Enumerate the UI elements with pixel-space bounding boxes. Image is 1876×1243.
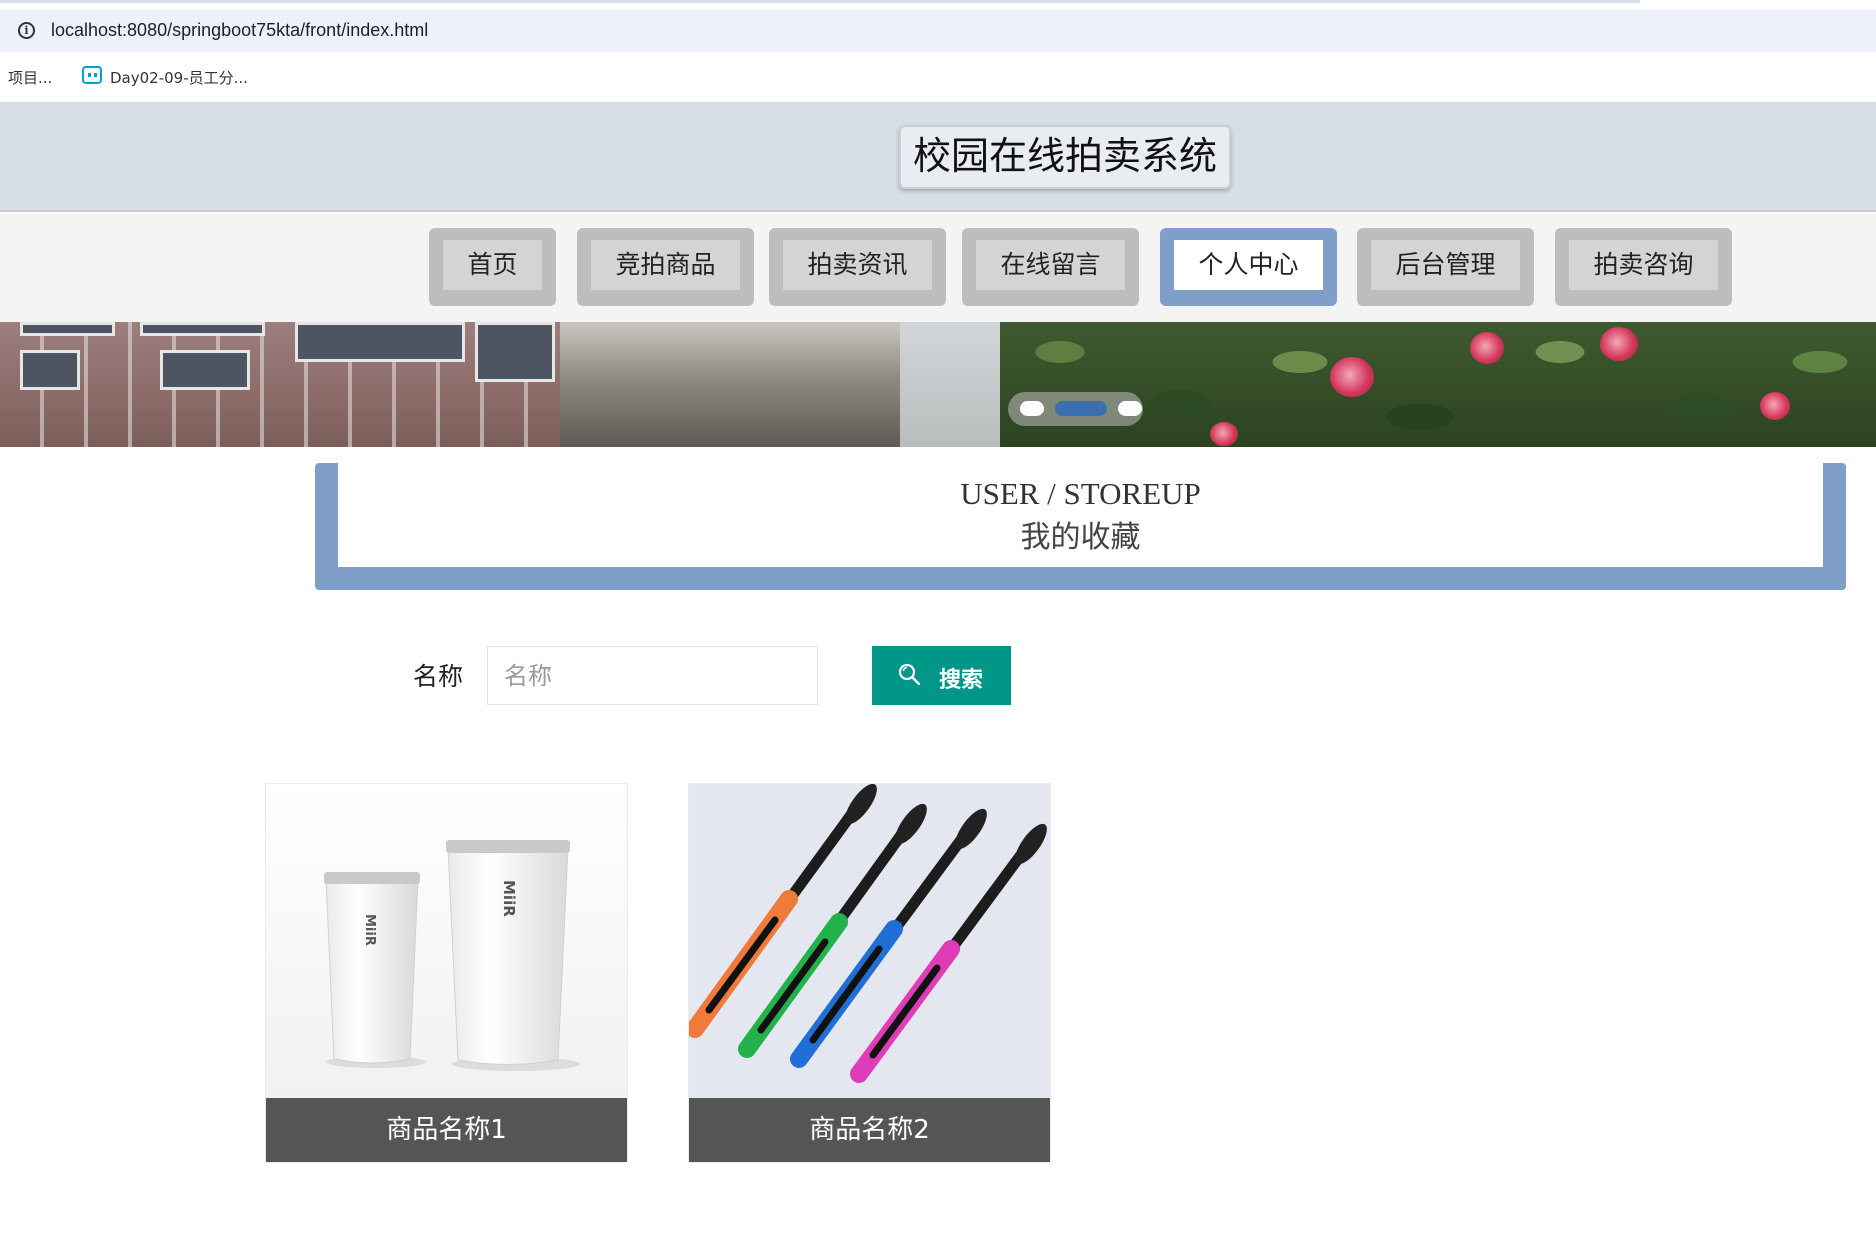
url-text[interactable]: localhost:8080/springboot75kta/front/ind… — [51, 20, 428, 41]
nav-item-label: 拍卖咨询 — [1569, 240, 1718, 290]
section-title-en: USER / STOREUP — [960, 476, 1201, 511]
site-info-icon[interactable]: i — [18, 22, 35, 39]
nav-item-label: 首页 — [443, 240, 542, 290]
nav-item-auction-news[interactable]: 拍卖资讯 — [769, 228, 946, 306]
banner-carousel[interactable] — [0, 322, 1876, 447]
search-label: 名称 — [413, 662, 464, 691]
product-card[interactable]: 商品名称2 — [688, 783, 1051, 1163]
product-card[interactable]: MiiR MiiR 商品名称1 — [265, 783, 628, 1163]
nav-item-label: 竞拍商品 — [591, 240, 740, 290]
search-icon — [898, 663, 920, 685]
bookmarks-bar: 项目... Day02-09-员工分... — [0, 62, 1876, 92]
carousel-dot-1[interactable] — [1020, 401, 1044, 416]
nav-item-auction-goods[interactable]: 竞拍商品 — [577, 228, 754, 306]
search-button-label: 搜索 — [939, 668, 984, 693]
nav-item-messages[interactable]: 在线留言 — [962, 228, 1139, 306]
nav-item-label: 后台管理 — [1371, 240, 1520, 290]
bookmark-item-2[interactable]: Day02-09-员工分... — [110, 67, 248, 88]
svg-text:MiiR: MiiR — [362, 914, 377, 946]
nav-item-home[interactable]: 首页 — [429, 228, 556, 306]
tab-strip-line — [0, 0, 1640, 3]
nav-item-label: 拍卖资讯 — [783, 240, 932, 290]
nav-item-admin[interactable]: 后台管理 — [1357, 228, 1534, 306]
carousel-dot-3[interactable] — [1118, 401, 1142, 416]
product-image-toothbrushes — [689, 784, 1050, 1098]
svg-text:MiiR: MiiR — [500, 880, 518, 917]
product-name: 商品名称2 — [689, 1098, 1050, 1162]
banner-image-building — [0, 322, 560, 447]
search-input[interactable] — [487, 646, 818, 705]
product-image-cups: MiiR MiiR — [266, 784, 627, 1098]
product-name: 商品名称1 — [266, 1098, 627, 1162]
nav-item-auction-consult[interactable]: 拍卖咨询 — [1555, 228, 1732, 306]
search-button[interactable]: 搜索 — [872, 646, 1011, 705]
section-title-cn: 我的收藏 — [1020, 520, 1141, 555]
nav-item-personal-center[interactable]: 个人中心 — [1160, 228, 1337, 306]
bookmark-item-1[interactable]: 项目... — [8, 67, 52, 88]
nav-item-label: 个人中心 — [1174, 240, 1323, 290]
carousel-dot-2[interactable] — [1055, 401, 1107, 416]
banner-image-concrete — [560, 322, 900, 447]
banner-image-leaves — [1000, 322, 1876, 447]
browser-chrome: i localhost:8080/springboot75kta/front/i… — [0, 0, 1876, 102]
bilibili-icon — [82, 66, 102, 84]
site-title: 校园在线拍卖系统 — [899, 125, 1231, 189]
nav-item-label: 在线留言 — [976, 240, 1125, 290]
